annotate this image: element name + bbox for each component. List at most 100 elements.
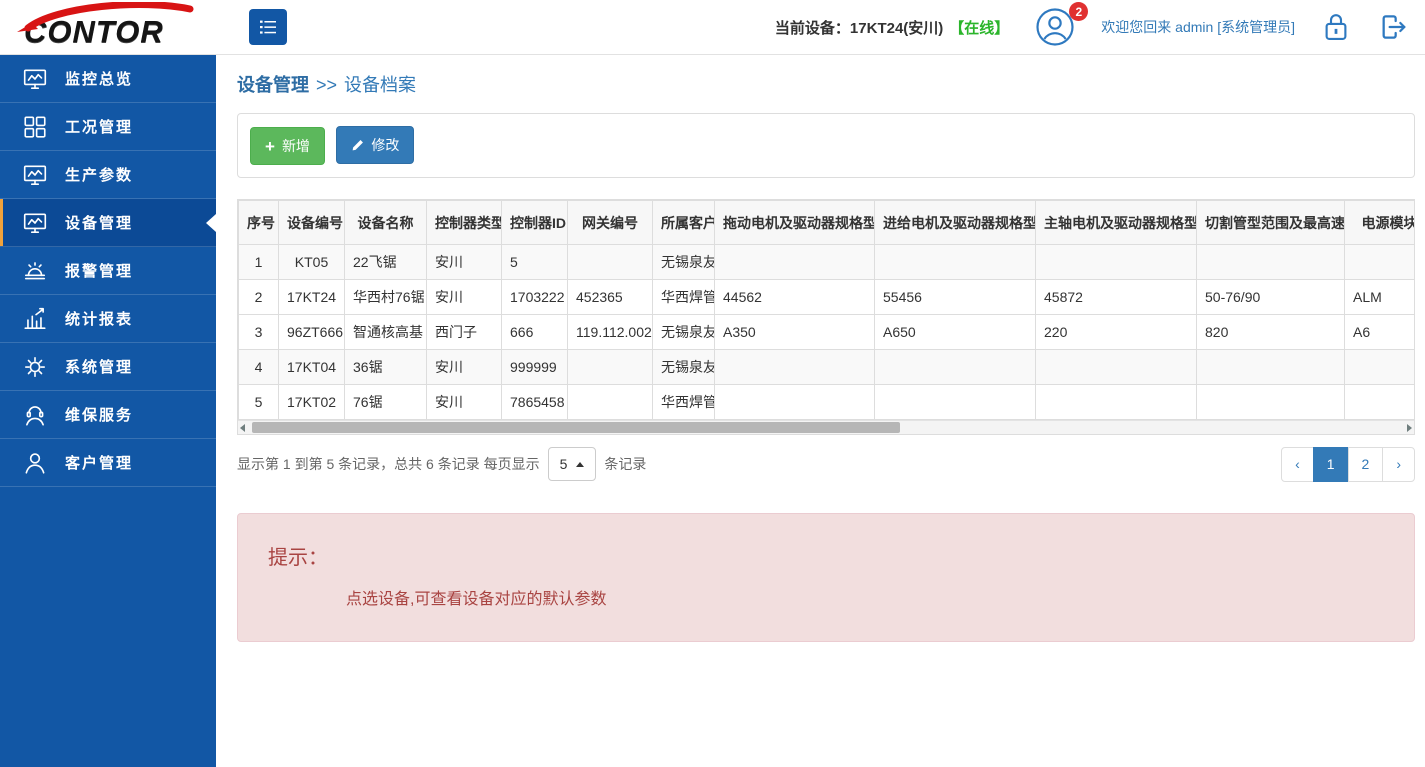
- monitor-icon: [22, 162, 48, 188]
- sidebar-item-label: 生产参数: [65, 164, 133, 185]
- column-header: 控制器ID: [502, 201, 568, 245]
- table-cell: 智通核高基: [345, 315, 427, 350]
- table-cell: 安川: [427, 280, 502, 315]
- sidebar-item-statistics-report[interactable]: 统计报表: [0, 295, 216, 343]
- lock-icon[interactable]: [1321, 10, 1351, 44]
- table-cell: [1036, 385, 1197, 420]
- user-avatar-icon[interactable]: 2: [1035, 7, 1075, 47]
- table-cell: [1345, 385, 1416, 420]
- welcome-user-link[interactable]: 欢迎您回来 admin [系统管理员]: [1101, 17, 1295, 37]
- sidebar-item-work-condition[interactable]: 工况管理: [0, 103, 216, 151]
- online-status-badge: 【在线】: [949, 20, 1009, 37]
- pencil-icon: [351, 139, 364, 152]
- table-cell: 华西村76锯: [345, 280, 427, 315]
- notification-badge: 2: [1069, 2, 1088, 21]
- sidebar-item-label: 工况管理: [65, 116, 133, 137]
- table-cell: [715, 245, 875, 280]
- sidebar-item-monitor-overview[interactable]: 监控总览: [0, 55, 216, 103]
- table-row[interactable]: 396ZT666智通核高基西门子666119.112.002无锡泉友A350A6…: [239, 315, 1416, 350]
- page-button-1[interactable]: 1: [1313, 447, 1349, 482]
- table-cell: 西门子: [427, 315, 502, 350]
- table-cell: 44562: [715, 280, 875, 315]
- next-page-button[interactable]: ›: [1382, 447, 1415, 482]
- active-item-arrow: [206, 214, 216, 232]
- column-header: 序号: [239, 201, 279, 245]
- monitor-icon: [22, 66, 48, 92]
- column-header: 拖动电机及驱动器规格型号: [715, 201, 875, 245]
- table-cell: 5: [502, 245, 568, 280]
- plus-icon: +: [265, 138, 275, 155]
- table-row[interactable]: 1KT0522飞锯安川5无锡泉友: [239, 245, 1416, 280]
- alert-message: 点选设备,可查看设备对应的默认参数: [346, 585, 1384, 609]
- table-cell: 5: [239, 385, 279, 420]
- table-cell: 无锡泉友: [653, 315, 715, 350]
- table-cell: 1: [239, 245, 279, 280]
- table-cell: [875, 350, 1036, 385]
- add-button[interactable]: + 新增: [250, 127, 325, 165]
- table-cell: 3: [239, 315, 279, 350]
- current-device-label: 当前设备：17KT24(安川)【在线】: [775, 17, 1009, 38]
- scrollbar-thumb[interactable]: [252, 422, 900, 433]
- table-cell: [1197, 245, 1345, 280]
- table-cell: 华西焊管: [653, 280, 715, 315]
- column-header: 设备编号: [279, 201, 345, 245]
- menu-toggle-button[interactable]: [249, 9, 287, 45]
- table-cell: 96ZT666: [279, 315, 345, 350]
- logo: CONTOR: [0, 0, 216, 55]
- gear-icon: [22, 354, 48, 380]
- pagination-summary-prefix: 显示第 1 到第 5 条记录，总共 6 条记录 每页显示: [237, 454, 540, 474]
- table-cell: 17KT02: [279, 385, 345, 420]
- breadcrumb-section[interactable]: 设备管理: [237, 75, 309, 95]
- scroll-left-arrow[interactable]: [240, 424, 245, 432]
- sidebar-item-customer-management[interactable]: 客户管理: [0, 439, 216, 487]
- sidebar-item-device-management[interactable]: 设备管理: [0, 199, 216, 247]
- headset-icon: [22, 402, 48, 428]
- table-cell: A650: [875, 315, 1036, 350]
- pagination-bar: 显示第 1 到第 5 条记录，总共 6 条记录 每页显示 5 条记录 ‹12›: [237, 447, 1415, 482]
- table-cell: [715, 385, 875, 420]
- table-cell: 45872: [1036, 280, 1197, 315]
- sidebar-item-label: 监控总览: [65, 68, 133, 89]
- table-cell: 999999: [502, 350, 568, 385]
- page-button-2[interactable]: 2: [1348, 447, 1384, 482]
- table-cell: [1036, 245, 1197, 280]
- table-cell: 50-76/90: [1197, 280, 1345, 315]
- table-row[interactable]: 517KT0276锯安川7865458华西焊管: [239, 385, 1416, 420]
- table-row[interactable]: 217KT24华西村76锯安川1703222452365华西焊管44562554…: [239, 280, 1416, 315]
- sidebar-item-production-params[interactable]: 生产参数: [0, 151, 216, 199]
- logout-icon[interactable]: [1377, 11, 1409, 43]
- prev-page-button[interactable]: ‹: [1281, 447, 1314, 482]
- table-cell: [715, 350, 875, 385]
- table-cell: 华西焊管: [653, 385, 715, 420]
- monitor-icon: [22, 210, 48, 236]
- table-cell: 36锯: [345, 350, 427, 385]
- column-header: 所属客户: [653, 201, 715, 245]
- table-cell: 安川: [427, 350, 502, 385]
- sidebar-item-label: 设备管理: [65, 212, 133, 233]
- header-right: 当前设备：17KT24(安川)【在线】 2 欢迎您回来 admin [系统管理员…: [775, 7, 1425, 47]
- grid-icon: [22, 114, 48, 140]
- pagination-controls: ‹12›: [1281, 447, 1415, 482]
- table-cell: 安川: [427, 245, 502, 280]
- alert-title: 提示：: [268, 541, 1384, 570]
- table-row[interactable]: 417KT0436锯安川999999无锡泉友: [239, 350, 1416, 385]
- table-cell: [875, 385, 1036, 420]
- table-cell: 7865458: [502, 385, 568, 420]
- table-cell: [568, 350, 653, 385]
- alarm-icon: [22, 258, 48, 284]
- scroll-right-arrow[interactable]: [1407, 424, 1412, 432]
- page-size-dropdown[interactable]: 5: [548, 447, 597, 481]
- table-cell: 4: [239, 350, 279, 385]
- user-icon: [22, 450, 48, 476]
- sidebar-item-maintenance-service[interactable]: 维保服务: [0, 391, 216, 439]
- table-cell: 119.112.002: [568, 315, 653, 350]
- list-icon: [258, 17, 278, 37]
- table-cell: 无锡泉友: [653, 245, 715, 280]
- sidebar-item-system-management[interactable]: 系统管理: [0, 343, 216, 391]
- horizontal-scrollbar[interactable]: [238, 420, 1414, 434]
- breadcrumb-page: 设备档案: [344, 75, 416, 95]
- logo-swoosh: [14, 2, 200, 32]
- sidebar-item-alarm-management[interactable]: 报警管理: [0, 247, 216, 295]
- table-cell: [1345, 350, 1416, 385]
- edit-button[interactable]: 修改: [336, 126, 414, 164]
